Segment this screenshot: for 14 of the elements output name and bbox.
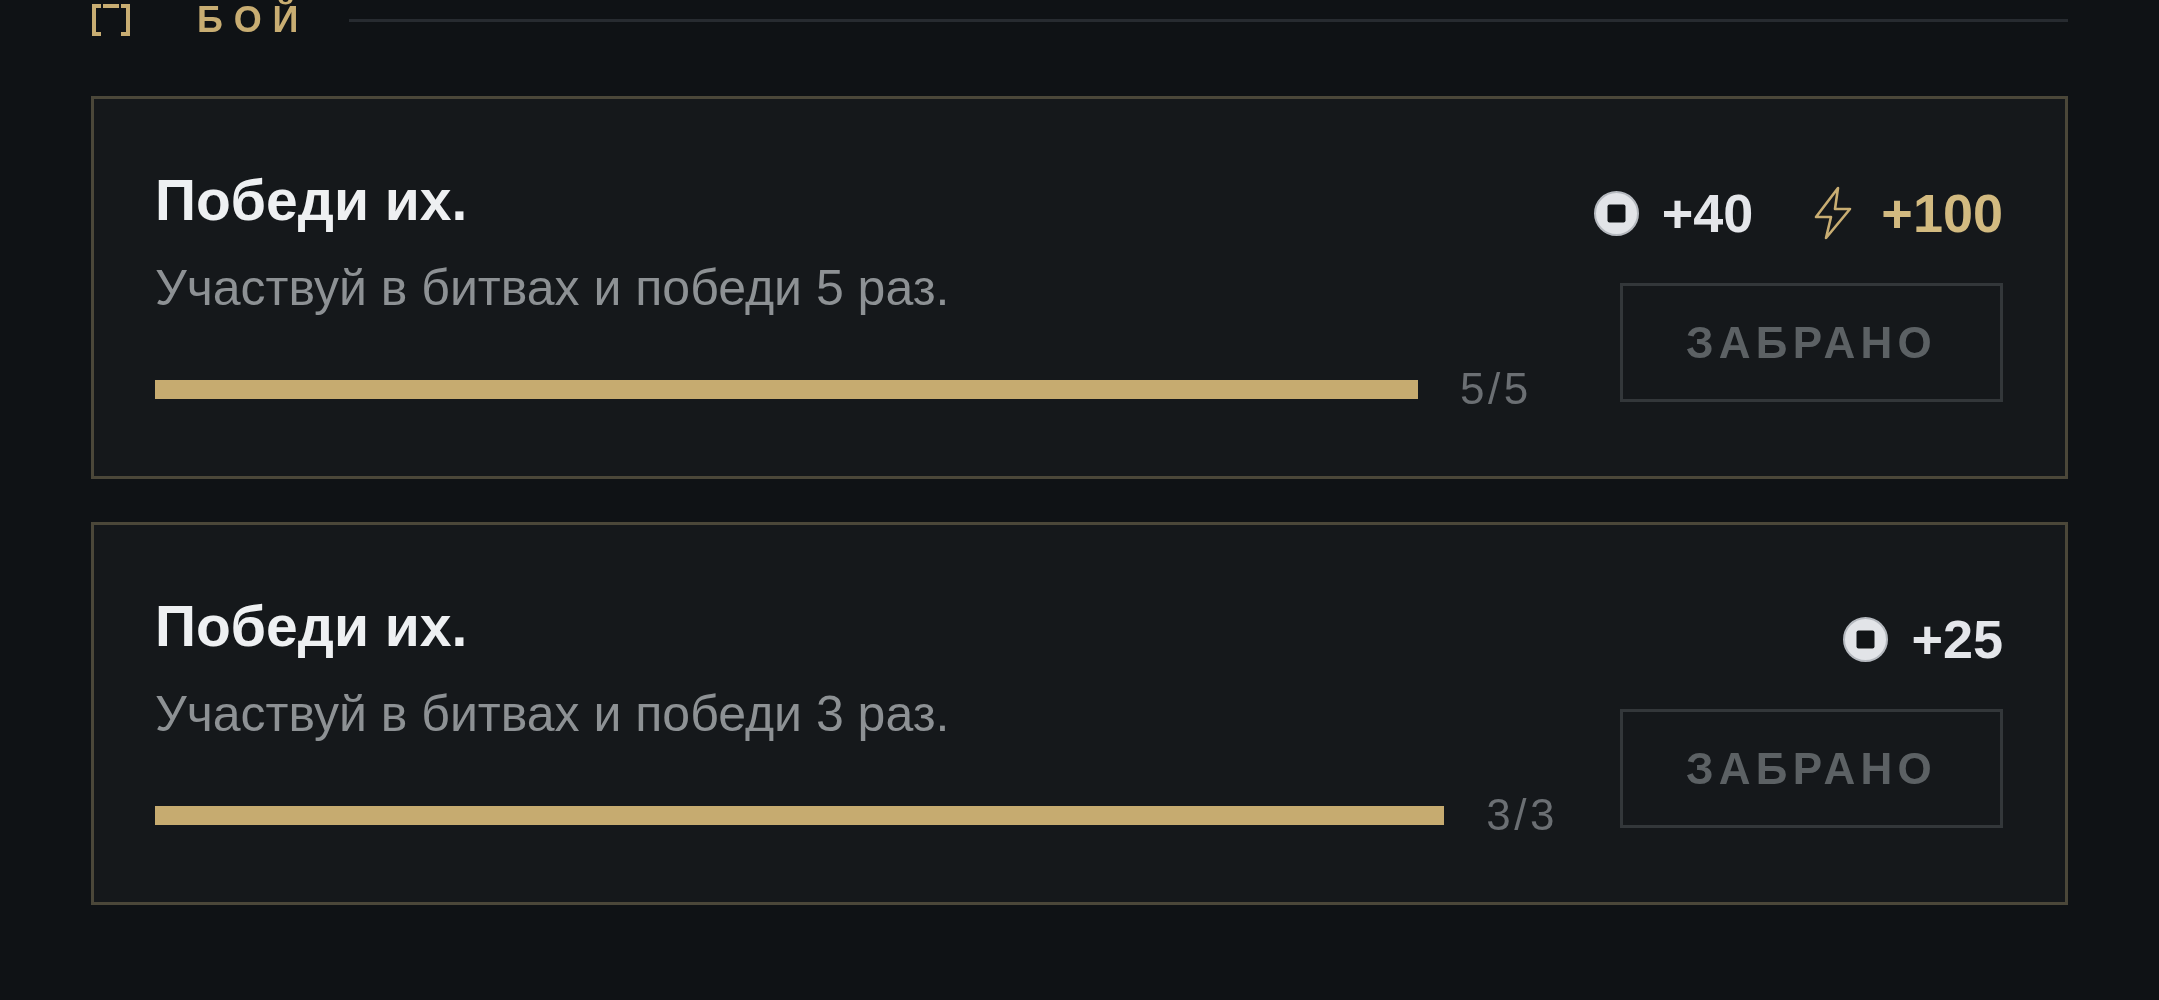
progress-label: 3/3 [1486, 789, 1558, 841]
section-heading: БОЙ [197, 0, 310, 40]
quest-description: Участвуй в битвах и победи 5 раз. [155, 260, 951, 316]
quest-title: Победи их. [155, 168, 469, 232]
reward-amount: +25 [1911, 609, 2003, 669]
reward-amount: +40 [1661, 183, 1754, 243]
coin-icon [1593, 190, 1639, 236]
lightning-icon [1813, 186, 1854, 240]
coin-icon [1843, 616, 1889, 662]
reward-amount: +100 [1881, 183, 2003, 243]
quest-title: Победи их. [155, 594, 469, 658]
progress-label: 5/5 [1460, 363, 1532, 415]
quest-description: Участвуй в битвах и победи 3 раз. [155, 686, 951, 742]
bracket-icon [91, 3, 131, 37]
